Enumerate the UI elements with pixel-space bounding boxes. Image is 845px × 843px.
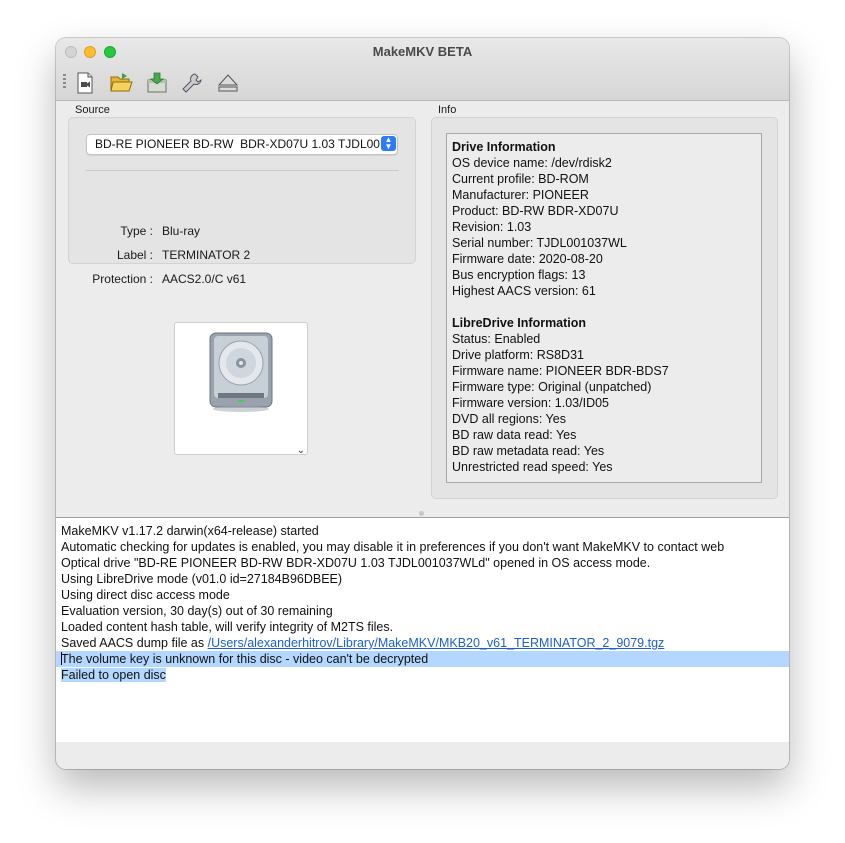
open-files-icon [77,72,93,94]
log-line: Evaluation version, 30 day(s) out of 30 … [61,604,333,618]
info-spacer [452,299,669,315]
protection-label: Protection : [92,272,153,286]
open-files-button[interactable] [73,71,97,95]
drive-info-line: Manufacturer: PIONEER [452,188,589,202]
drive-select[interactable]: BD-RE PIONEER BD-RW BDR-XD07U 1.03 TJDL0… [86,134,398,155]
backup-button[interactable] [145,71,169,95]
eject-button[interactable] [216,71,240,95]
log-line: Automatic checking for updates is enable… [61,540,725,554]
source-section-label: Source [75,104,110,116]
drive-info-line: Bus encryption flags: 13 [452,268,586,282]
select-arrows-icon: ▲ ▼ [381,136,396,151]
log-error-text: The volume key is unknown for this disc … [61,652,429,666]
disc-label-value: TERMINATOR 2 [162,248,251,262]
backup-icon [147,72,167,93]
log-line: Using LibreDrive mode (v01.0 id=27184B96… [61,572,343,586]
drive-info-line: Serial number: TJDL001037WL [452,236,627,250]
drive-select-value: BD-RE PIONEER BD-RW BDR-XD07U 1.03 TJDL0… [95,137,380,151]
log-line: Loaded content hash table, will verify i… [61,620,394,634]
window-title: MakeMKV BETA [372,44,473,59]
libredrive-info-line: Status: Enabled [452,332,541,346]
log-saved-prefix: Saved AACS dump file as [61,636,208,650]
status-bar [56,742,789,769]
title-bar: MakeMKV BETA [56,38,789,101]
info-text-area: Drive Information OS device name: /dev/r… [446,133,762,483]
drive-info-line: Product: BD-RW BDR-XD07U [452,204,619,218]
log-line: MakeMKV v1.17.2 darwin(x64-release) star… [61,524,319,538]
bluray-drive-icon [209,332,273,412]
libredrive-info-line: Drive platform: RS8D31 [452,348,584,362]
libredrive-info-line: Unrestricted read speed: Yes [452,460,613,474]
drive-image-panel[interactable]: ⌄ [174,322,308,456]
log-line-selected: The volume key is unknown for this disc … [56,651,789,667]
preferences-button[interactable] [180,71,204,95]
log-fail-text: Failed to open disc [61,668,166,682]
info-panel: Drive Information OS device name: /dev/r… [431,117,778,499]
libredrive-info-line: DVD all regions: Yes [452,412,566,426]
makemkv-window: MakeMKV BETA Source Info BD-RE PIONEER B… [56,38,789,769]
info-section-label: Info [438,104,457,116]
log-line: Optical drive "BD-RE PIONEER BD-RW BDR-X… [61,556,651,570]
drive-info-line: Revision: 1.03 [452,220,532,234]
source-divider [86,170,399,171]
disc-label-label: Label : [116,248,153,262]
open-folder-button[interactable] [109,71,133,95]
type-value: Blu-ray [162,224,201,238]
source-panel: BD-RE PIONEER BD-RW BDR-XD07U 1.03 TJDL0… [68,117,416,286]
libredrive-info-line: Firmware type: Original (unpatched) [452,380,652,394]
toolbar-handle[interactable] [63,74,66,88]
drive-info-heading: Drive Information [452,140,556,154]
log-line-selected-partial: Failed to open disc [56,667,789,683]
drive-info-line: OS device name: /dev/rdisk2 [452,156,612,170]
eject-icon [217,74,239,92]
aacs-dump-link[interactable]: /Users/alexanderhitrov/Library/MakeMKV/M… [208,636,665,650]
log-panel[interactable]: MakeMKV v1.17.2 darwin(x64-release) star… [56,517,789,743]
preferences-wrench-icon [182,73,202,93]
drive-info-line: Highest AACS version: 61 [452,284,596,298]
libredrive-info-line: Firmware version: 1.03/ID05 [452,396,610,410]
open-folder-icon [110,73,133,92]
libredrive-info-line: Firmware name: PIONEER BDR-BDS7 [452,364,669,378]
libredrive-info-heading: LibreDrive Information [452,316,587,330]
libredrive-info-line: BD raw metadata read: Yes [452,444,605,458]
libredrive-info-line: BD raw data read: Yes [452,428,577,442]
chevron-down-icon[interactable]: ⌄ [297,445,305,456]
type-label: Type : [120,224,153,238]
drive-info-line: Firmware date: 2020-08-20 [452,252,603,266]
protection-value: AACS2.0/C v61 [162,272,247,286]
log-line-saved: Saved AACS dump file as /Users/alexander… [56,635,789,651]
log-line: Using direct disc access mode [61,588,230,602]
splitter-handle[interactable] [419,511,424,516]
drive-info-line: Current profile: BD-ROM [452,172,589,186]
